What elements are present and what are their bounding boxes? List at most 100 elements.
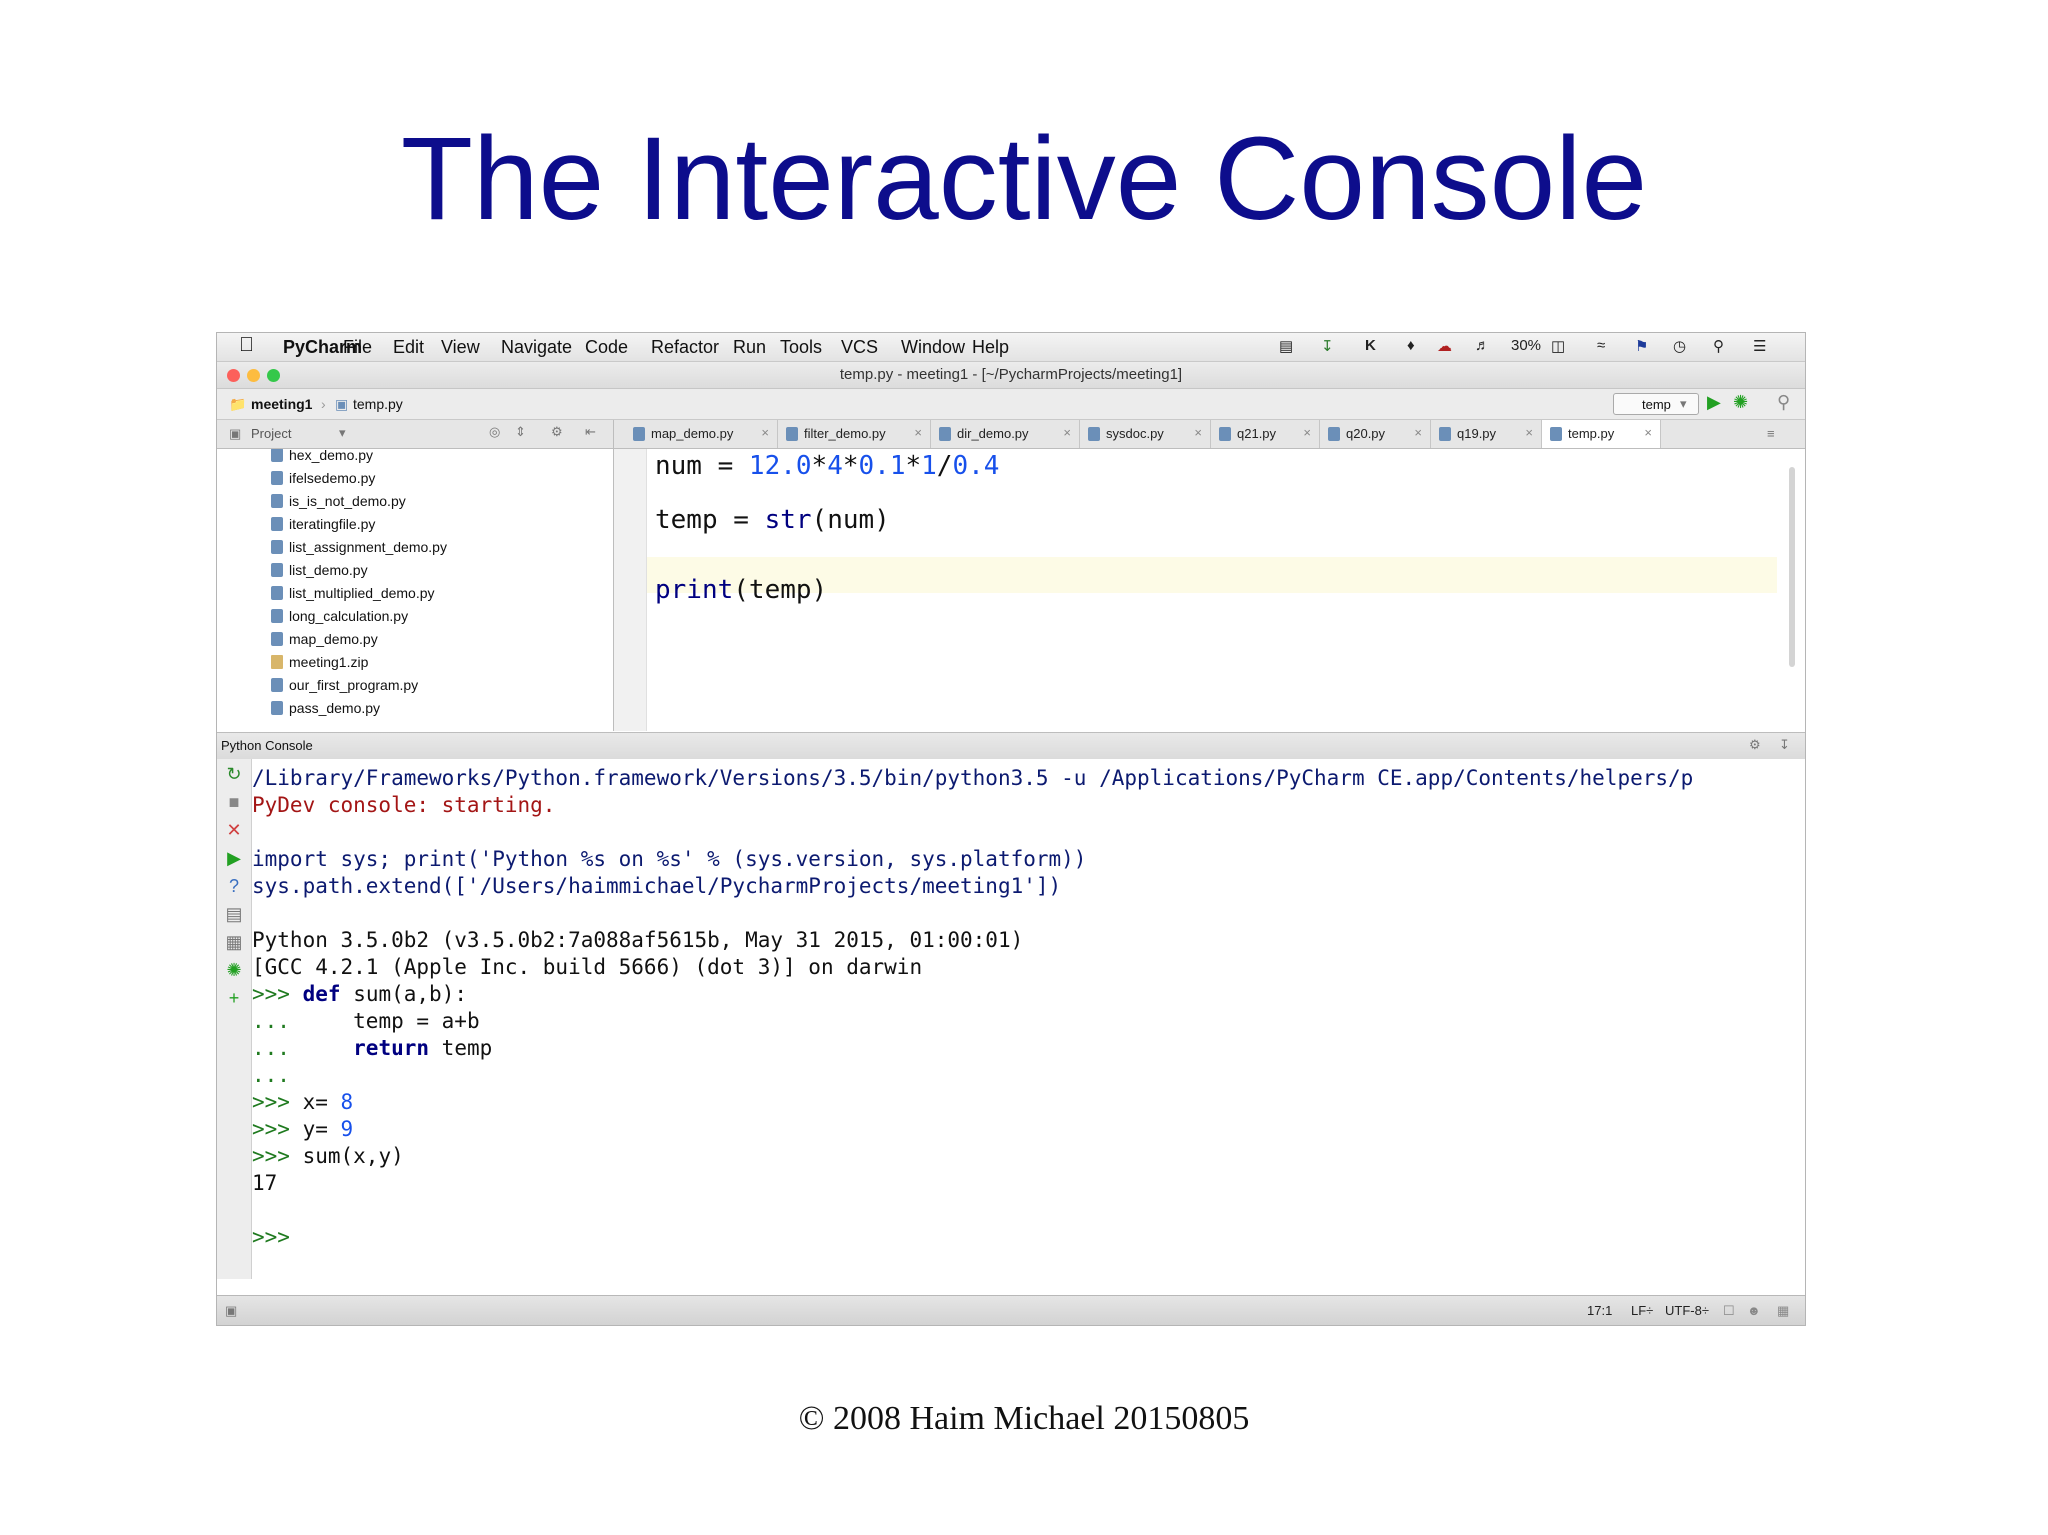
close-tab-icon[interactable]: × bbox=[1525, 425, 1533, 440]
close-tab-icon[interactable]: × bbox=[914, 425, 922, 440]
us-flag-icon[interactable]: ⚑ bbox=[1635, 337, 1648, 355]
console-title: Python Console bbox=[221, 738, 313, 753]
tab-q21[interactable]: q21.py × bbox=[1211, 420, 1320, 448]
filmstrip-icon[interactable]: ▤ bbox=[1279, 337, 1293, 355]
tree-item-pass-demo[interactable]: pass_demo.py bbox=[271, 700, 380, 723]
notification-center-icon[interactable]: ☰ bbox=[1753, 337, 1766, 355]
console-input-line: ... bbox=[252, 1063, 290, 1087]
python-console-output[interactable]: /Library/Frameworks/Python.framework/Ver… bbox=[252, 759, 1805, 1279]
window-title: temp.py - meeting1 - [~/PycharmProjects/… bbox=[839, 366, 1183, 383]
tab-dir-demo[interactable]: dir_demo.py × bbox=[931, 420, 1080, 448]
attach-debugger-icon[interactable]: ✺ bbox=[225, 959, 243, 981]
tab-sysdoc[interactable]: sysdoc.py × bbox=[1080, 420, 1211, 448]
close-tab-icon[interactable]: × bbox=[1644, 425, 1652, 440]
menu-vcs[interactable]: VCS bbox=[841, 337, 878, 358]
locate-file-icon[interactable]: ◎ bbox=[489, 424, 500, 440]
project-view-label[interactable]: Project bbox=[251, 426, 291, 441]
rerun-icon[interactable]: ↻ bbox=[225, 763, 243, 785]
tab-temp[interactable]: temp.py × bbox=[1542, 420, 1661, 448]
tree-item-is-is-not-demo[interactable]: is_is_not_demo.py bbox=[271, 493, 406, 516]
close-tab-icon[interactable]: × bbox=[761, 425, 769, 440]
breadcrumb-file[interactable]: temp.py bbox=[353, 396, 403, 412]
settings-gear-icon[interactable]: ⚙ bbox=[1749, 737, 1761, 753]
tree-item-list-demo[interactable]: list_demo.py bbox=[271, 562, 368, 585]
menu-window[interactable]: Window bbox=[901, 337, 965, 358]
execute-icon[interactable]: ▶ bbox=[225, 847, 243, 869]
close-console-icon[interactable]: ✕ bbox=[225, 819, 243, 841]
close-tab-icon[interactable]: × bbox=[1194, 425, 1202, 440]
inspector-icon[interactable]: ☻ bbox=[1747, 1303, 1761, 1318]
line-separator[interactable]: LF÷ bbox=[1631, 1303, 1653, 1318]
menu-navigate[interactable]: Navigate bbox=[501, 337, 572, 358]
tree-item-list-multiplied-demo[interactable]: list_multiplied_demo.py bbox=[271, 585, 435, 608]
code-line-3: print(temp) bbox=[655, 575, 828, 605]
variables-icon[interactable]: ▤ bbox=[225, 903, 243, 925]
menu-tools[interactable]: Tools bbox=[780, 337, 822, 358]
lock-icon[interactable]: ☐ bbox=[1723, 1303, 1735, 1319]
console-input-line: >>> y= 9 bbox=[252, 1117, 354, 1141]
file-encoding[interactable]: UTF-8÷ bbox=[1665, 1303, 1709, 1318]
hide-console-icon[interactable]: ↧ bbox=[1779, 737, 1790, 753]
battery-icon[interactable]: ◫ bbox=[1551, 337, 1565, 355]
apple-icon[interactable]:  bbox=[239, 334, 254, 357]
k-app-icon[interactable]: K bbox=[1365, 337, 1376, 354]
tree-item-our-first-program[interactable]: our_first_program.py bbox=[271, 677, 418, 700]
stop-icon[interactable]: ■ bbox=[225, 791, 243, 813]
wifi-icon[interactable]: ≈ bbox=[1597, 337, 1605, 354]
tree-item-ifelsedemo[interactable]: ifelsedemo.py bbox=[271, 470, 375, 493]
clock-icon[interactable]: ◷ bbox=[1673, 337, 1686, 355]
cloud-sync-icon[interactable]: ☁ bbox=[1437, 337, 1452, 355]
breadcrumb-project[interactable]: meeting1 bbox=[251, 396, 312, 412]
python-file-icon bbox=[271, 471, 283, 485]
menu-code[interactable]: Code bbox=[585, 337, 628, 358]
tab-list-icon[interactable]: ≡ bbox=[1767, 426, 1775, 441]
volume-icon[interactable]: ♬ bbox=[1475, 337, 1490, 354]
event-log-icon[interactable]: ▦ bbox=[1777, 1303, 1789, 1319]
editor-gutter[interactable] bbox=[614, 449, 647, 731]
code-editor[interactable]: num = 12.0*4*0.1*1/0.4 temp = str(num) p… bbox=[647, 449, 1805, 731]
menu-help[interactable]: Help bbox=[972, 337, 1009, 358]
download-icon[interactable]: ↧ bbox=[1321, 337, 1334, 355]
tree-item-list-assignment-demo[interactable]: list_assignment_demo.py bbox=[271, 539, 447, 562]
settings-gear-icon[interactable]: ⚙ bbox=[551, 424, 563, 440]
tab-q19[interactable]: q19.py × bbox=[1431, 420, 1542, 448]
tree-item-map-demo[interactable]: map_demo.py bbox=[271, 631, 378, 654]
close-tab-icon[interactable]: × bbox=[1303, 425, 1311, 440]
console-active-prompt[interactable]: >>> bbox=[252, 1224, 290, 1251]
tree-item-long-calculation[interactable]: long_calculation.py bbox=[271, 608, 408, 631]
run-config-select[interactable]: temp ▾ bbox=[1613, 393, 1699, 415]
debug-icon[interactable]: ✺ bbox=[1733, 392, 1748, 413]
tab-map-demo[interactable]: map_demo.py × bbox=[625, 420, 778, 448]
run-icon[interactable]: ▶ bbox=[1707, 392, 1721, 413]
tree-item-hex-demo[interactable]: hex_demo.py bbox=[271, 449, 373, 470]
search-everywhere-icon[interactable]: ⚲ bbox=[1777, 392, 1790, 413]
new-console-icon[interactable]: + bbox=[225, 987, 243, 1009]
hide-panel-icon[interactable]: ⇤ bbox=[585, 424, 596, 440]
menu-run[interactable]: Run bbox=[733, 337, 766, 358]
navigation-bar: 📁 meeting1 › ▣ temp.py temp ▾ ▶ ✺ ⚲ bbox=[217, 389, 1805, 420]
tree-item-meeting1-zip[interactable]: meeting1.zip bbox=[271, 654, 368, 677]
help-icon[interactable]: ? bbox=[225, 875, 243, 897]
console-toolbar: ↻ ■ ✕ ▶ ? ▤ ▦ ✺ + bbox=[217, 759, 252, 1279]
tree-item-iteratingfile[interactable]: iteratingfile.py bbox=[271, 516, 375, 539]
close-tab-icon[interactable]: × bbox=[1414, 425, 1422, 440]
tab-filter-demo[interactable]: filter_demo.py × bbox=[778, 420, 931, 448]
tab-q20[interactable]: q20.py × bbox=[1320, 420, 1431, 448]
menu-file[interactable]: File bbox=[343, 337, 372, 358]
spotlight-search-icon[interactable]: ⚲ bbox=[1713, 337, 1724, 355]
editor-scrollbar[interactable] bbox=[1789, 467, 1795, 667]
chevron-down-icon[interactable]: ▾ bbox=[339, 425, 346, 441]
caret-position[interactable]: 17:1 bbox=[1587, 1303, 1612, 1318]
menu-refactor[interactable]: Refactor bbox=[651, 337, 719, 358]
notification-bell-icon[interactable]: ♦ bbox=[1407, 337, 1415, 354]
history-icon[interactable]: ▦ bbox=[225, 931, 243, 953]
tool-window-toggle-icon[interactable]: ▣ bbox=[225, 1303, 237, 1319]
console-result-line: 17 bbox=[252, 1171, 278, 1195]
close-tab-icon[interactable]: × bbox=[1063, 425, 1071, 440]
menu-view[interactable]: View bbox=[441, 337, 480, 358]
python-file-icon bbox=[1439, 427, 1451, 441]
menu-edit[interactable]: Edit bbox=[393, 337, 424, 358]
zip-file-icon bbox=[271, 655, 283, 669]
code-line-2: temp = str(num) bbox=[655, 505, 890, 535]
collapse-all-icon[interactable]: ⇕ bbox=[515, 424, 526, 440]
